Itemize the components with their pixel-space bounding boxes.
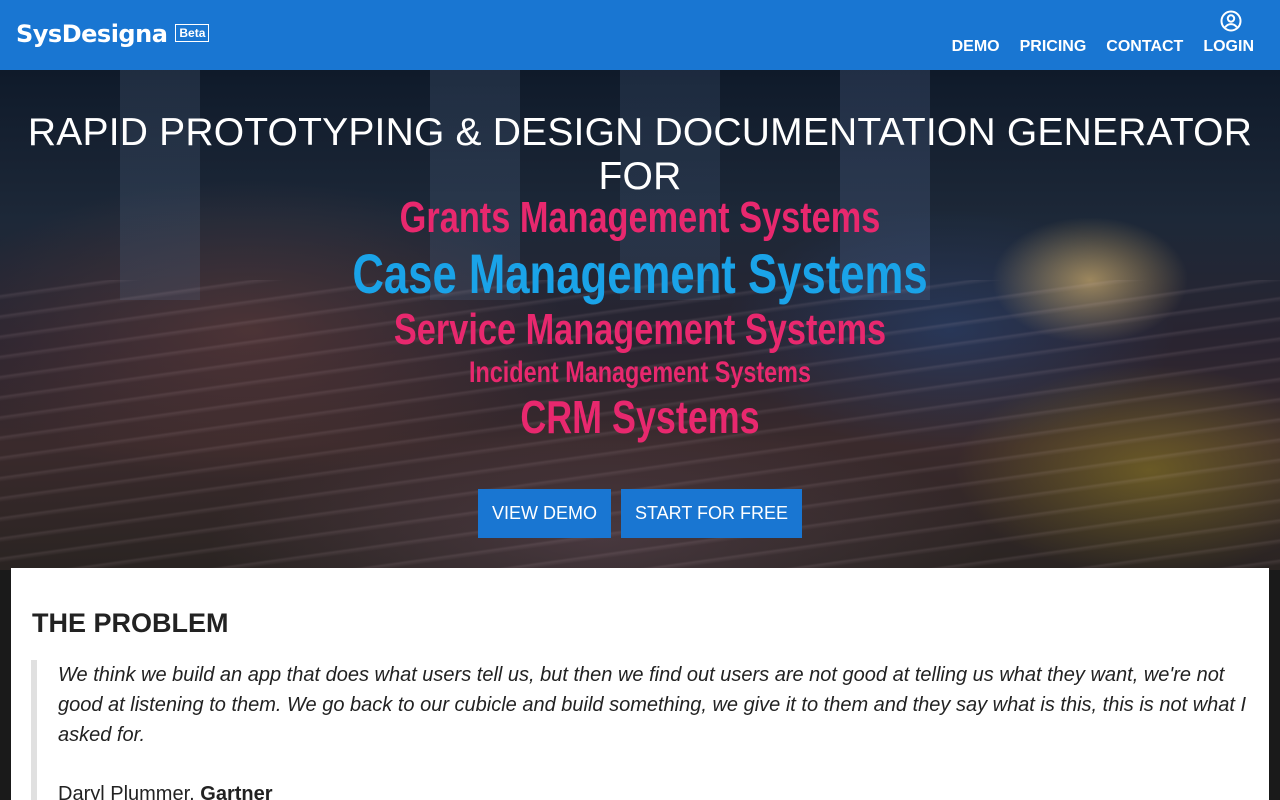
system-case: Case Management Systems bbox=[352, 242, 928, 305]
quote-org: Gartner bbox=[200, 783, 273, 800]
brand-name: SysDesigna bbox=[16, 20, 168, 48]
view-demo-button[interactable]: VIEW DEMO bbox=[477, 489, 611, 538]
account-circle-icon[interactable] bbox=[1219, 9, 1243, 33]
cta-buttons: VIEW DEMO START FOR FREE bbox=[0, 489, 1280, 538]
nav-pricing[interactable]: PRICING bbox=[1020, 38, 1087, 56]
nav-login[interactable]: LOGIN bbox=[1203, 38, 1254, 56]
system-service: Service Management Systems bbox=[393, 305, 887, 354]
top-app-bar: SysDesigna Beta DEMO PRICING CONTACT LOG… bbox=[0, 0, 1280, 70]
quote-text: We think we build an app that does what … bbox=[58, 664, 1247, 746]
hero-headline: RAPID PROTOTYPING & DESIGN DOCUMENTATION… bbox=[27, 111, 1253, 198]
beta-badge: Beta bbox=[175, 24, 210, 42]
system-crm: CRM Systems bbox=[520, 391, 760, 443]
brand-logo[interactable]: SysDesigna Beta bbox=[16, 20, 210, 48]
problem-quote: We think we build an app that does what … bbox=[31, 660, 1251, 800]
quote-attribution: Daryl Plummer, Gartner bbox=[58, 783, 1251, 800]
main-nav: DEMO PRICING CONTACT LOGIN bbox=[952, 38, 1254, 56]
hero-section: RAPID PROTOTYPING & DESIGN DOCUMENTATION… bbox=[0, 70, 1280, 570]
problem-title: THE PROBLEM bbox=[32, 608, 229, 638]
systems-list: Grants Management Systems Case Managemen… bbox=[0, 190, 1280, 443]
start-free-button[interactable]: START FOR FREE bbox=[620, 489, 803, 538]
system-incident: Incident Management Systems bbox=[468, 356, 812, 389]
nav-contact[interactable]: CONTACT bbox=[1106, 38, 1183, 56]
system-grants: Grants Management Systems bbox=[399, 193, 881, 242]
nav-demo[interactable]: DEMO bbox=[952, 38, 1000, 56]
problem-card: THE PROBLEM We think we build an app tha… bbox=[11, 568, 1269, 800]
quote-author: Daryl Plummer, bbox=[58, 783, 195, 800]
